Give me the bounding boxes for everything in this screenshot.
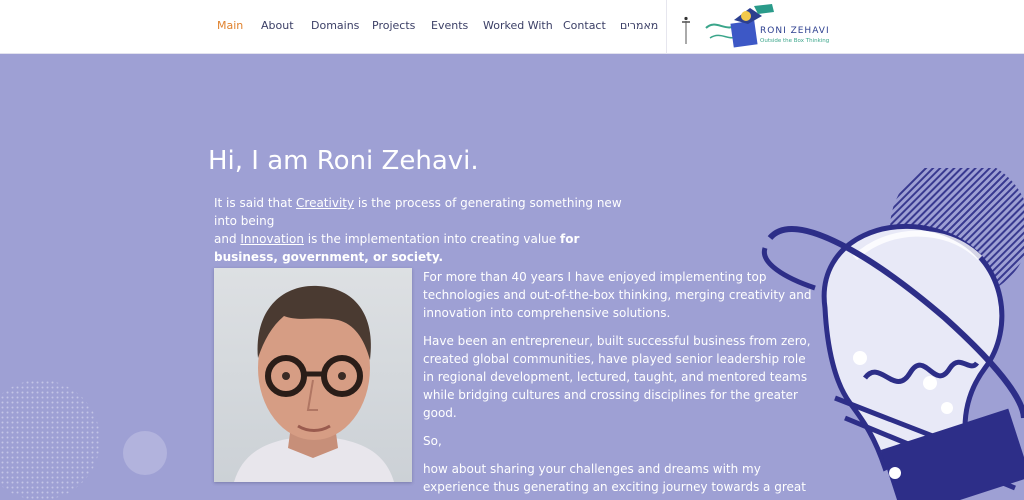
logo-name: RONI ZEHAVI bbox=[760, 26, 830, 36]
intro-text: It is said that Creativity is the proces… bbox=[214, 194, 644, 266]
intro-text-part: It is said that bbox=[214, 196, 297, 210]
bio-paragraph: So, bbox=[423, 434, 442, 448]
nav-item-main[interactable]: Main bbox=[217, 19, 243, 32]
dotted-circle-decoration bbox=[0, 380, 100, 500]
page-title: Hi, I am Roni Zehavi. bbox=[208, 146, 479, 176]
nav-item-events[interactable]: Events bbox=[431, 19, 468, 32]
intro-text-part: and bbox=[214, 232, 241, 246]
intro-text-part: is the implementation into creating valu… bbox=[303, 232, 561, 246]
accessibility-icon[interactable] bbox=[681, 16, 691, 46]
innovation-link[interactable]: Innovation bbox=[240, 232, 304, 246]
portrait-illustration bbox=[234, 285, 394, 482]
bio-paragraph: Have been an entrepreneur, built success… bbox=[423, 334, 811, 420]
header-divider bbox=[666, 0, 667, 54]
nav-item-contact[interactable]: Contact bbox=[563, 19, 606, 32]
bio-text: For more than 40 years I have enjoyed im… bbox=[423, 268, 818, 500]
portrait-photo bbox=[214, 268, 412, 482]
nav-item-projects[interactable]: Projects bbox=[372, 19, 415, 32]
nav-item-about[interactable]: About bbox=[261, 19, 294, 32]
bio-paragraph: For more than 40 years I have enjoyed im… bbox=[423, 270, 812, 320]
bio-paragraph: how about sharing your challenges and dr… bbox=[423, 462, 806, 500]
site-header: Main About Domains Projects Events Worke… bbox=[0, 0, 1024, 54]
logo-tagline: Outside the Box Thinking bbox=[760, 38, 830, 44]
nav-item-articles[interactable]: מאמרים bbox=[620, 19, 658, 32]
soft-circle-decoration bbox=[123, 431, 167, 475]
nav-item-worked-with[interactable]: Worked With bbox=[483, 19, 553, 32]
creativity-link[interactable]: Creativity bbox=[296, 196, 354, 210]
nav-item-domains[interactable]: Domains bbox=[311, 19, 359, 32]
